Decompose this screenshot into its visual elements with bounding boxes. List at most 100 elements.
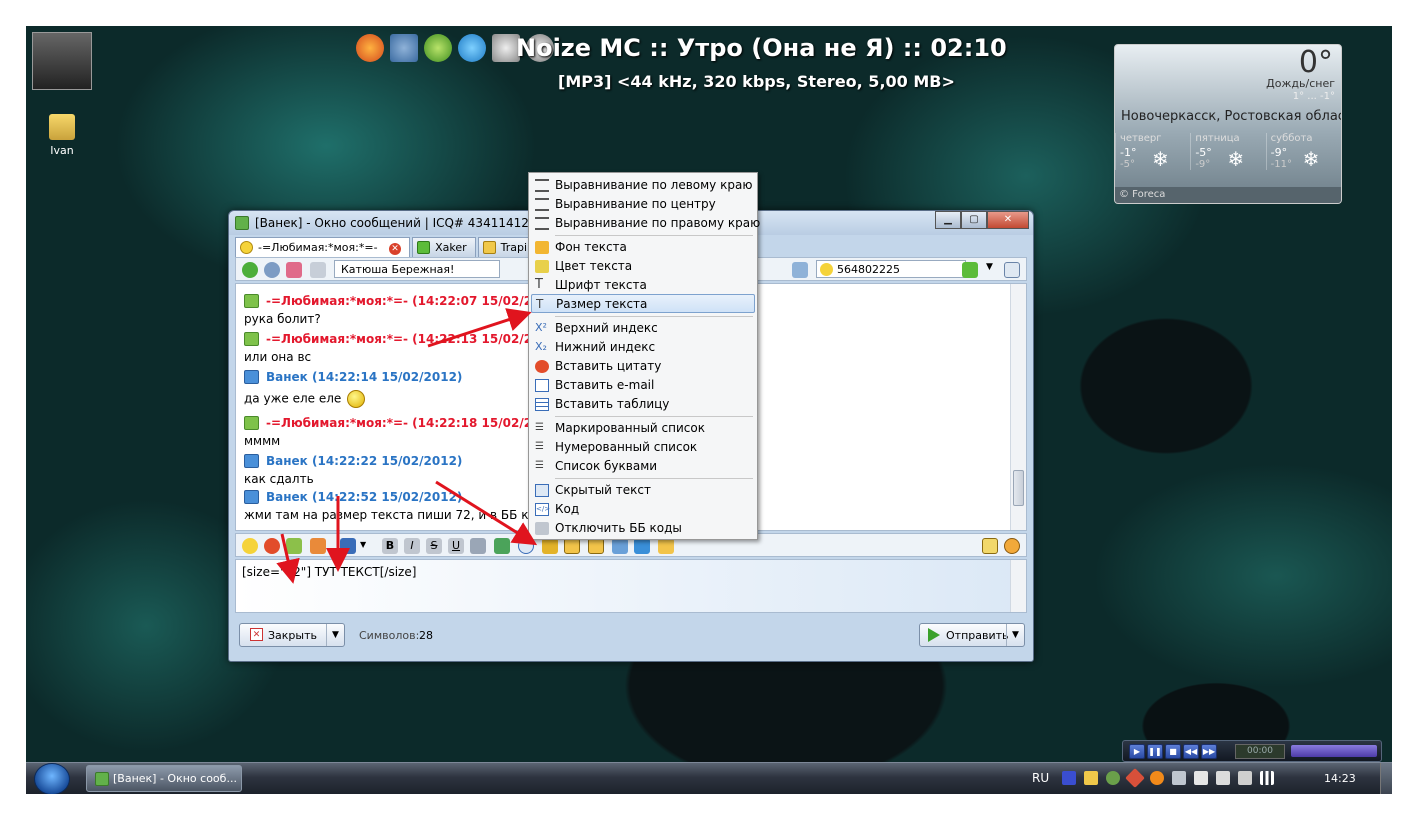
- compose-scrollbar[interactable]: [1010, 560, 1026, 612]
- update-tray-icon[interactable]: [1150, 771, 1164, 785]
- weather-temperature: 0°: [1298, 45, 1333, 80]
- edit-icon[interactable]: [982, 538, 998, 554]
- save-icon[interactable]: [340, 538, 356, 554]
- menu-item-align-left[interactable]: Выравнивание по левому краю: [531, 176, 755, 195]
- picture-icon[interactable]: [612, 538, 628, 554]
- numbered-list-icon: ☰: [535, 441, 544, 452]
- chevron-down-icon[interactable]: ▼: [1006, 624, 1024, 646]
- bold-icon[interactable]: B: [382, 538, 398, 554]
- image-icon[interactable]: [494, 538, 510, 554]
- start-button[interactable]: [34, 763, 70, 794]
- close-window-button[interactable]: ✕: [987, 211, 1029, 229]
- wink-icon[interactable]: [286, 538, 302, 554]
- firefox-icon[interactable]: [356, 34, 384, 62]
- desktop-icon-ivan[interactable]: Ivan: [40, 114, 84, 157]
- send-button[interactable]: Отправить ▼: [919, 623, 1025, 647]
- fit-icon[interactable]: [634, 538, 650, 554]
- quote-icon: [535, 360, 549, 373]
- tab-lyubimaya[interactable]: -=Любимая:*моя:*=- ✕: [235, 237, 411, 257]
- clock[interactable]: 14:23: [1324, 772, 1356, 785]
- maximize-button[interactable]: ▢: [961, 211, 987, 229]
- more-options-icon[interactable]: [518, 538, 534, 554]
- utorrent-icon[interactable]: [424, 34, 452, 62]
- chevron-down-icon[interactable]: ▼: [326, 624, 344, 646]
- speaker-icon[interactable]: [1238, 771, 1252, 785]
- menu-item-align-right[interactable]: Выравнивание по правому краю: [531, 214, 760, 233]
- device-tray-icon[interactable]: [1216, 771, 1230, 785]
- skype-icon[interactable]: [458, 34, 486, 62]
- previous-icon[interactable]: ◀◀: [1183, 744, 1199, 759]
- media-thumbnail-icon[interactable]: [32, 32, 92, 90]
- menu-item-bullet-list[interactable]: ☰ Маркированный список: [531, 419, 755, 438]
- open-folder-icon[interactable]: [588, 538, 604, 554]
- menu-item-text-color[interactable]: Цвет текста: [531, 257, 755, 276]
- call-icon[interactable]: [242, 262, 258, 278]
- flowers-icon[interactable]: [286, 262, 302, 278]
- menu-item-superscript[interactable]: X² Верхний индекс: [531, 319, 755, 338]
- network-icon[interactable]: [390, 34, 418, 62]
- message-input[interactable]: [size="72"] ТУТ ТЕКСТ[/size]: [235, 559, 1027, 613]
- flag-icon[interactable]: [1194, 771, 1208, 785]
- stop-icon[interactable]: ■: [1165, 744, 1181, 759]
- show-desktop-button[interactable]: [1380, 763, 1392, 794]
- menu-item-hidden-text[interactable]: Скрытый текст: [531, 481, 755, 500]
- menu-item-insert-table[interactable]: Вставить таблицу: [531, 395, 755, 414]
- display-tray-icon[interactable]: [1172, 771, 1186, 785]
- tab-close-icon[interactable]: ✕: [389, 243, 402, 255]
- message-header: Ванек (14:22:22 15/02/2012): [244, 454, 462, 468]
- underline-icon[interactable]: U: [448, 538, 464, 554]
- tools-icon[interactable]: [542, 538, 558, 554]
- taskbar-item-message-window[interactable]: [Ванек] - Окно сооб...: [86, 765, 242, 792]
- contact-card-icon: [244, 294, 259, 308]
- menu-item-text-background[interactable]: Фон текста: [531, 238, 755, 257]
- language-indicator[interactable]: RU: [1032, 771, 1049, 785]
- pause-icon[interactable]: ❚❚: [1147, 744, 1163, 759]
- next-icon[interactable]: ▶▶: [1201, 744, 1217, 759]
- menu-item-code[interactable]: </> Код: [531, 500, 755, 519]
- uin-field[interactable]: 564802225: [816, 260, 966, 278]
- files-icon[interactable]: [658, 538, 674, 554]
- play-icon[interactable]: ▶: [1129, 744, 1145, 759]
- strikethrough-icon[interactable]: S: [426, 538, 442, 554]
- qip-app-icon: [235, 216, 249, 230]
- player-tray-icon[interactable]: [1062, 771, 1076, 785]
- italic-icon[interactable]: I: [404, 538, 420, 554]
- menu-item-text-size[interactable]: T Размер текста: [531, 294, 755, 313]
- download-icon[interactable]: [310, 262, 326, 278]
- scrollbar-thumb[interactable]: [1013, 470, 1024, 506]
- quote-icon[interactable]: [264, 538, 280, 554]
- smiley-icon[interactable]: [242, 538, 258, 554]
- menu-item-align-center[interactable]: Выравнивание по центру: [531, 195, 755, 214]
- menu-item-insert-email[interactable]: Вставить e-mail: [531, 376, 755, 395]
- contact-status-icon[interactable]: [962, 262, 978, 278]
- menu-item-numbered-list[interactable]: ☰ Нумерованный список: [531, 438, 755, 457]
- weather-gadget[interactable]: 0° Дождь/снег 1° ... -1° Новочеркасск, Р…: [1114, 44, 1342, 204]
- close-chat-button[interactable]: ✕ Закрыть ▼: [239, 623, 345, 647]
- qip-tray-icon[interactable]: [1084, 771, 1098, 785]
- app-tray-icon[interactable]: [1106, 771, 1120, 785]
- tab-xaker[interactable]: Xaker: [412, 237, 476, 257]
- signal-icon[interactable]: [1260, 771, 1274, 785]
- menu-item-disable-bbcode[interactable]: Отключить ББ коды: [531, 519, 755, 538]
- minimize-button[interactable]: ▁: [935, 211, 961, 229]
- security-tray-icon[interactable]: [1125, 768, 1145, 788]
- contact-card-icon[interactable]: [1004, 262, 1020, 278]
- chevron-down-icon[interactable]: ▼: [360, 540, 366, 549]
- menu-item-letter-list[interactable]: ☰ Список буквами: [531, 457, 755, 476]
- message-text: да уже еле еле: [244, 390, 366, 408]
- volume-slider[interactable]: [1291, 745, 1377, 757]
- contact-name-field[interactable]: Катюша Бережная!: [334, 260, 500, 278]
- gear-icon[interactable]: [1004, 538, 1020, 554]
- menu-item-insert-quote[interactable]: Вставить цитату: [531, 357, 755, 376]
- chevron-down-icon[interactable]: ▼: [986, 262, 993, 272]
- link-icon[interactable]: [470, 538, 486, 554]
- menu-item-font[interactable]: T Шрифт текста: [531, 276, 755, 295]
- calendar-icon[interactable]: [310, 538, 326, 554]
- menu-item-subscript[interactable]: X₂ Нижний индекс: [531, 338, 755, 357]
- history-scrollbar[interactable]: [1010, 284, 1026, 530]
- user-info-icon[interactable]: [264, 262, 280, 278]
- forecast-day: пятница -5° -9° ❄: [1190, 133, 1265, 171]
- folder-icon[interactable]: [564, 538, 580, 554]
- history-icon[interactable]: [792, 262, 808, 278]
- forecast-day-name: пятница: [1195, 133, 1240, 144]
